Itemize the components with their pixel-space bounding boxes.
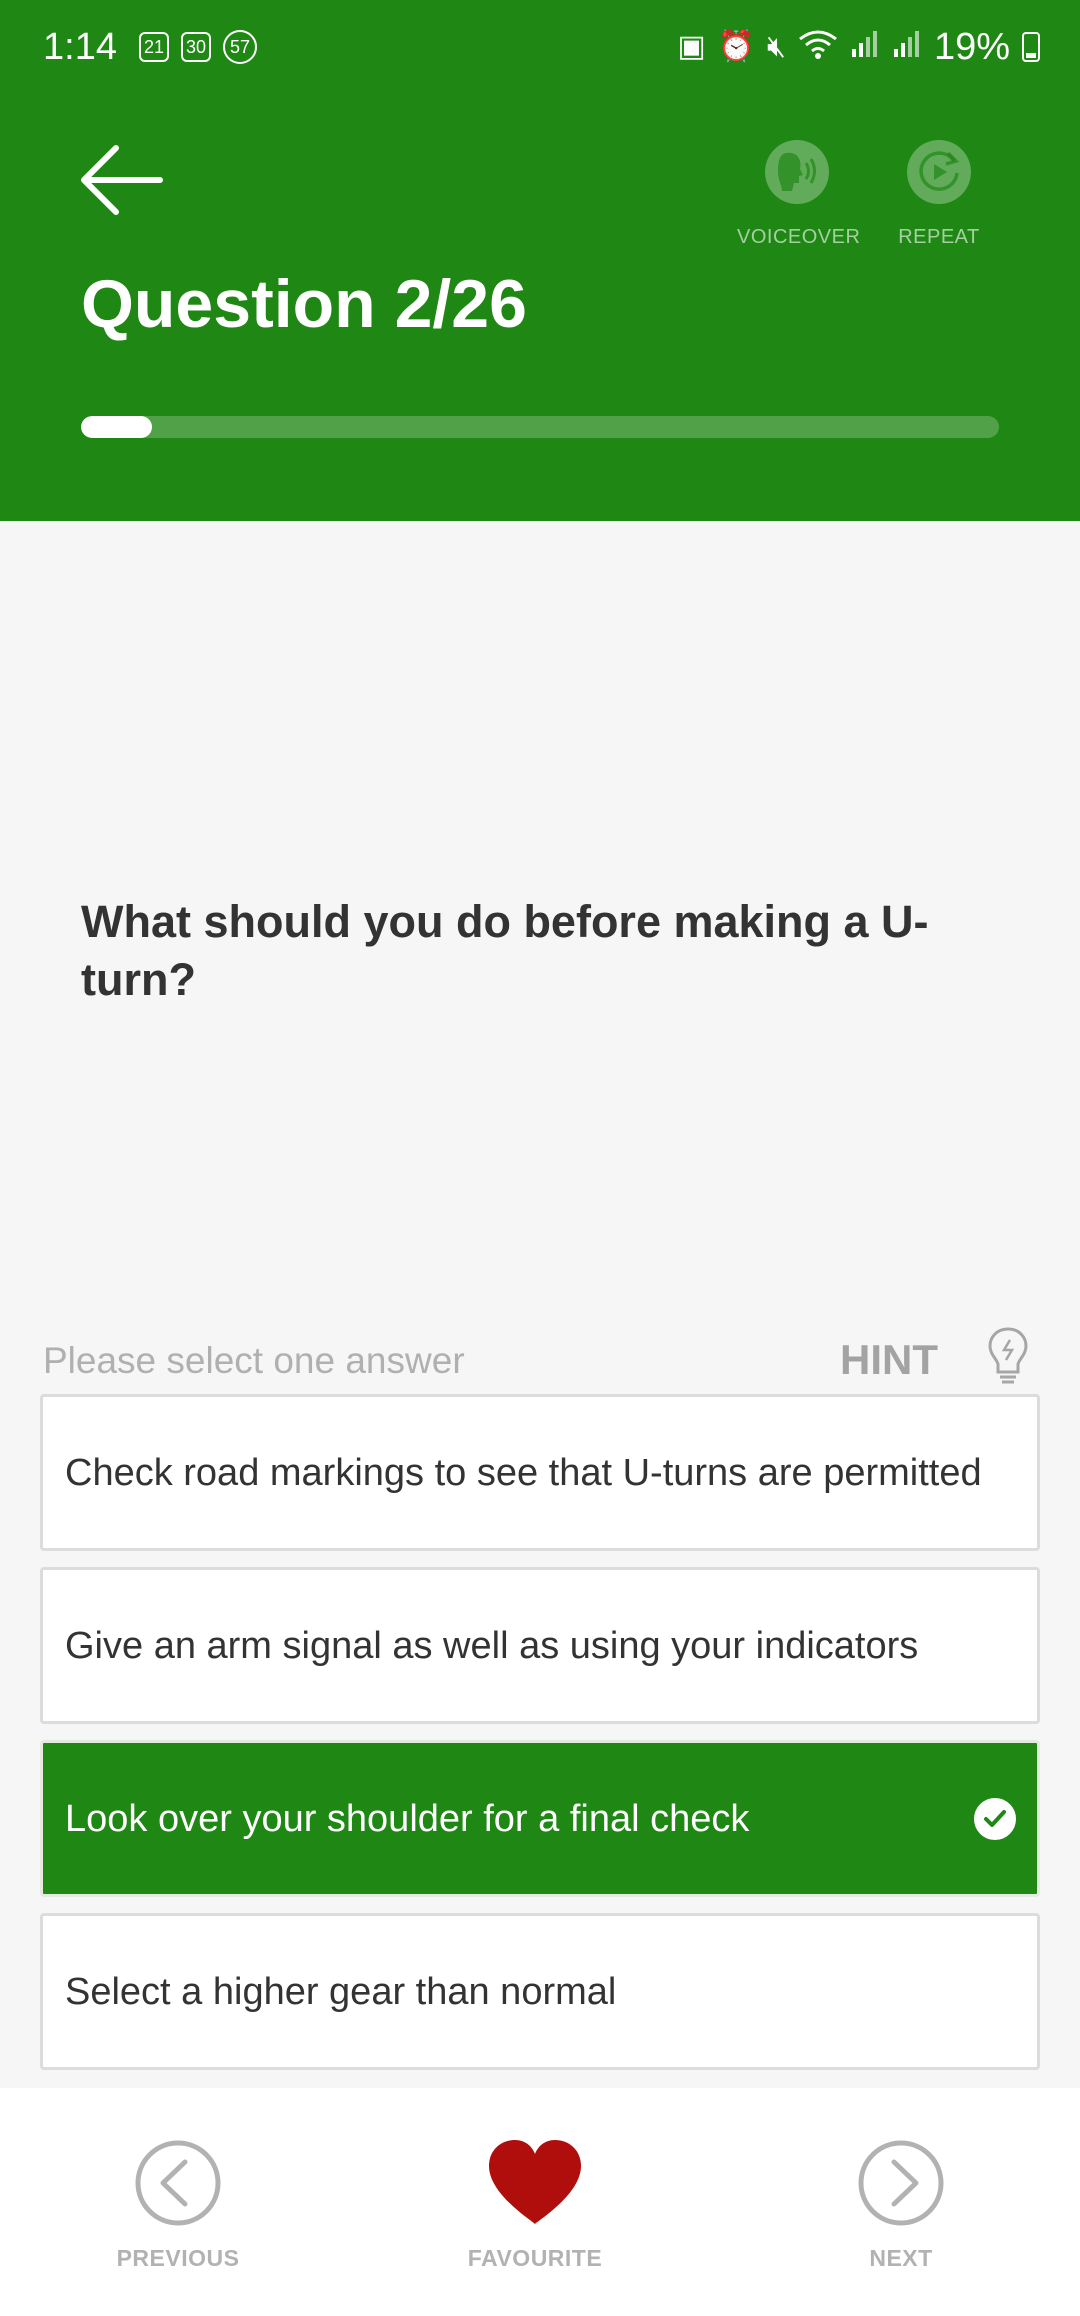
answer-prompt: Please select one answer — [43, 1340, 465, 1381]
chevron-right-icon — [858, 2140, 944, 2226]
answer-list: Check road markings to see that U-turns … — [40, 1394, 1040, 2086]
mute-icon: 🔇︎ — [767, 30, 786, 63]
voiceover-label: VOICEOVER — [737, 226, 861, 248]
answer-label: Give an arm signal as well as using your… — [65, 1624, 919, 1667]
battery-percent: 19% — [933, 25, 1010, 68]
hint-button[interactable]: HINT — [840, 1336, 938, 1384]
signal-icon — [850, 29, 880, 65]
answer-option-selected[interactable]: Look over your shoulder for a final chec… — [40, 1740, 1040, 1897]
calendar-notification-icon: 30 — [181, 32, 212, 62]
answer-option[interactable]: Select a higher gear than normal — [40, 1913, 1040, 2070]
favourite-label: FAVOURITE — [467, 2245, 603, 2271]
question-text: What should you do before making a U-tur… — [81, 896, 929, 1005]
lightbulb-icon[interactable] — [986, 1326, 1030, 1388]
status-bar: 1:14 21 30 57 ▣ ⏰ 🔇︎ 19% — [0, 0, 1080, 94]
signal-icon — [892, 29, 922, 65]
repeat-label: REPEAT — [898, 226, 980, 248]
check-icon — [971, 1794, 1019, 1843]
bottom-nav: PREVIOUS FAVOURITE NEXT — [0, 2088, 1080, 2316]
calendar-notification-icon: 21 — [138, 32, 169, 62]
status-time: 1:14 — [43, 25, 117, 68]
voiceover-button[interactable]: VOICEOVER — [737, 140, 861, 249]
wifi-icon — [798, 29, 838, 65]
answer-prompt-row: Please select one answer HINT — [43, 1327, 1038, 1390]
voiceover-icon — [778, 152, 816, 191]
battery-icon — [1022, 32, 1040, 62]
answer-option[interactable]: Check road markings to see that U-turns … — [40, 1394, 1040, 1551]
alarm-icon: ⏰ — [717, 30, 756, 63]
previous-button[interactable]: PREVIOUS — [78, 2138, 278, 2272]
progress-bar — [81, 416, 999, 438]
next-button[interactable]: NEXT — [801, 2138, 1001, 2272]
notification-count-icon: 57 — [223, 30, 258, 64]
back-button[interactable] — [76, 140, 166, 220]
arrow-left-icon — [81, 145, 163, 215]
answer-label: Check road markings to see that U-turns … — [65, 1451, 982, 1494]
progress-fill — [81, 416, 152, 438]
heart-icon — [489, 2140, 581, 2224]
answer-label: Select a higher gear than normal — [65, 1970, 617, 2013]
header: 1:14 21 30 57 ▣ ⏰ 🔇︎ 19% VOICEOVER REPEA… — [0, 0, 1080, 521]
page-title: Question 2/26 — [81, 266, 527, 342]
repeat-button[interactable]: REPEAT — [879, 140, 999, 249]
next-label: NEXT — [869, 2245, 933, 2271]
favourite-button[interactable]: FAVOURITE — [435, 2138, 635, 2272]
battery-saver-icon: ▣ — [677, 30, 706, 63]
answer-option[interactable]: Give an arm signal as well as using your… — [40, 1567, 1040, 1724]
answer-label: Look over your shoulder for a final chec… — [65, 1797, 750, 1840]
chevron-left-icon — [135, 2140, 221, 2226]
replay-icon — [919, 151, 960, 191]
previous-label: PREVIOUS — [116, 2245, 240, 2271]
